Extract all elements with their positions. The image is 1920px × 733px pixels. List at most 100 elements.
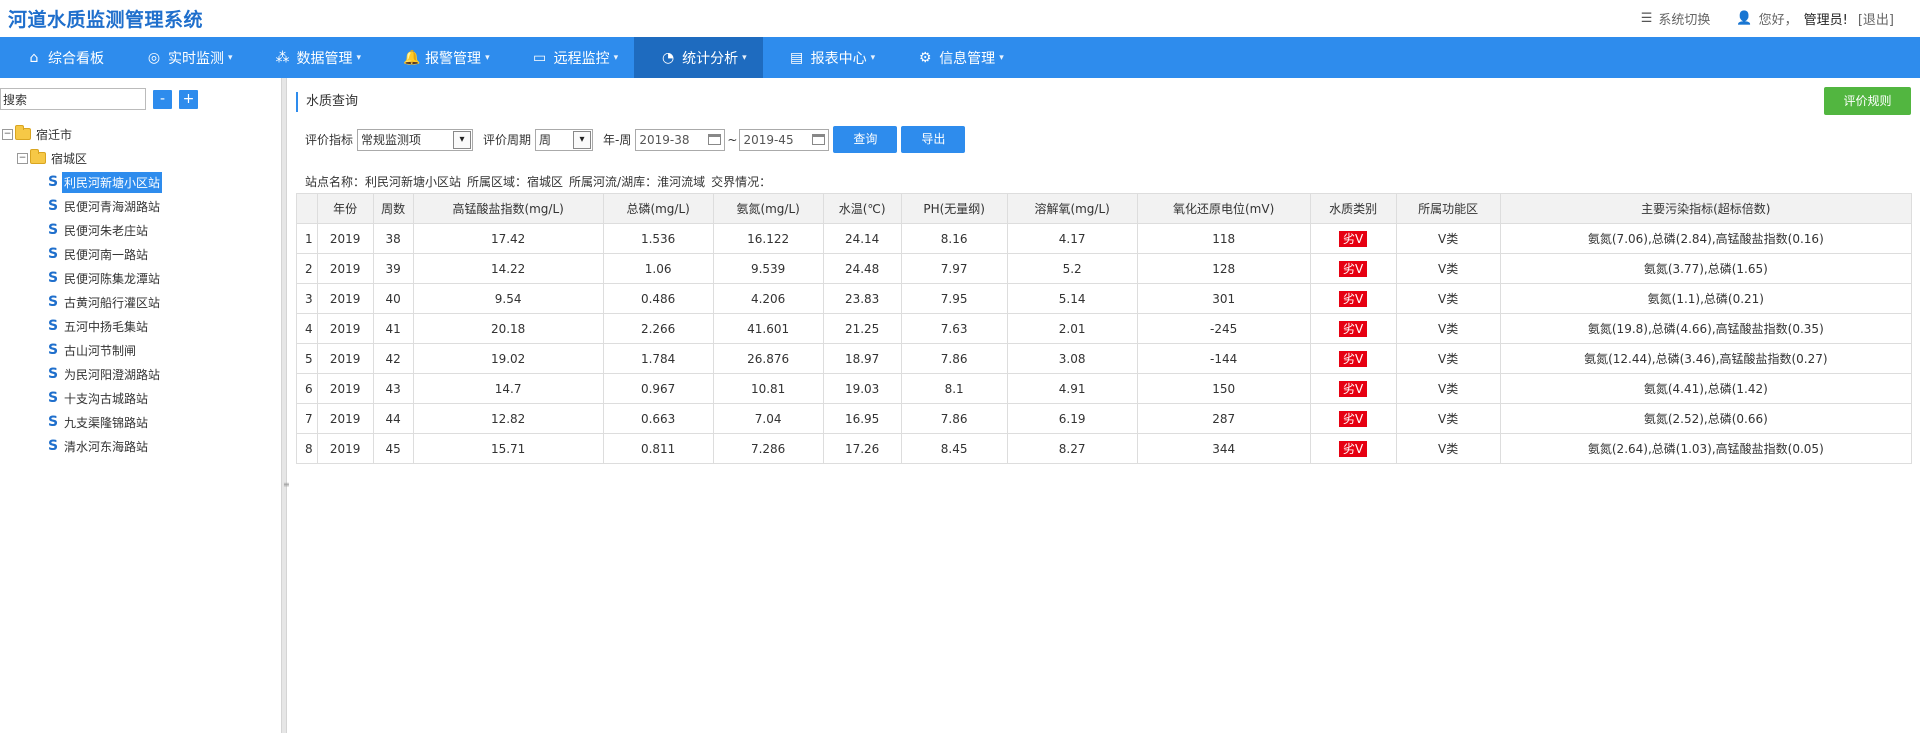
gear-icon: ⚙ [918, 49, 932, 66]
greeting-text: 您好， [1758, 13, 1798, 28]
tree-node-station[interactable]: S 民便河陈集龙潭站 [0, 266, 162, 290]
quality-badge: 劣Ⅴ [1339, 290, 1368, 307]
table-cell: 344 [1136, 433, 1311, 464]
table-cell: 301 [1136, 283, 1311, 314]
boundary-info: 交界情况： [711, 175, 772, 189]
column-header: 水温(℃) [822, 193, 902, 224]
indicator-select[interactable]: 常规监测项 ▾ [357, 128, 474, 151]
collapse-all-button[interactable]: - [153, 89, 172, 109]
start-week-input[interactable]: 2019-38 [635, 128, 726, 151]
column-header: 水质类别 [1309, 193, 1397, 224]
column-header [296, 193, 318, 224]
end-week-input[interactable]: 2019-45 [739, 128, 830, 151]
table-cell: 2019 [316, 313, 374, 344]
main-nav: ⌂ 综合看板 ◎ 实时监测 ▾ ⁂ 数据管理 ▾ 🔔 报警管理 ▾ ▭ 远程监控… [0, 37, 1920, 78]
tree-node-station[interactable]: S 九支渠隆锦路站 [0, 410, 162, 434]
system-switch-link[interactable]: ☰ 系统切换 [1641, 9, 1711, 28]
table-row: 4 2019 41 20.18 2.266 41.601 21.25 7.63 2.01 -245… [296, 313, 1913, 344]
table-cell: 6 [296, 373, 318, 404]
table-cell: 0.967 [602, 373, 714, 404]
table-cell: 3 [296, 283, 318, 314]
table-cell: 7.86 [900, 403, 1008, 434]
table-cell: Ⅴ类 [1395, 253, 1501, 284]
station-icon: S [47, 366, 59, 382]
tree-node-station[interactable]: S 利民河新塘小区站 [0, 170, 163, 194]
table-cell: Ⅴ类 [1395, 433, 1501, 464]
monitor-icon: ▭ [532, 49, 547, 66]
table-cell: 23.83 [822, 283, 902, 314]
search-input[interactable] [0, 88, 146, 110]
table-cell: 14.7 [412, 373, 604, 404]
table-cell: 劣Ⅴ [1309, 343, 1397, 374]
collapse-toggle-icon[interactable]: − [2, 128, 13, 140]
column-header: 年份 [316, 193, 374, 224]
station-label: 民便河陈集龙潭站 [64, 271, 161, 286]
table-cell: 9.54 [412, 283, 604, 314]
table-cell: 287 [1136, 403, 1311, 434]
table-cell: 38 [372, 223, 414, 254]
evaluation-rules-button[interactable]: 评价规则 [1824, 87, 1911, 115]
station-label: 清水河东海路站 [64, 439, 149, 454]
table-cell: 16.95 [822, 403, 902, 434]
table-cell: 8.16 [900, 223, 1008, 254]
nav-remote[interactable]: ▭ 远程监控 ▾ [506, 37, 635, 78]
table-cell: 15.71 [412, 433, 604, 464]
table-cell: 7.04 [712, 403, 824, 434]
expand-all-button[interactable]: + [179, 89, 198, 109]
chevron-down-icon: ▾ [999, 52, 1004, 63]
tree-node-station[interactable]: S 清水河东海路站 [0, 434, 162, 458]
station-icon: S [47, 318, 59, 334]
sidebar-search: - + [0, 88, 198, 110]
period-select[interactable]: 周 ▾ [535, 128, 594, 151]
nav-info[interactable]: ⚙ 信息管理 ▾ [891, 37, 1020, 78]
sidebar: - + − 宿迁市 − 宿城区 S利民河新塘小区站S民便河青海湖路站S民便河朱老… [0, 78, 281, 733]
tree-node-station[interactable]: S 民便河朱老庄站 [0, 218, 162, 242]
table-cell: 41.601 [712, 313, 824, 344]
tree-node-station[interactable]: S 古黄河船行灌区站 [0, 290, 162, 314]
tree-node-station[interactable]: S 为民河阳澄湖路站 [0, 362, 162, 386]
table-cell: 2 [296, 253, 318, 284]
table-cell: 劣Ⅴ [1309, 223, 1397, 254]
tree-node-station[interactable]: S 古山河节制闸 [0, 338, 162, 362]
station-label: 民便河朱老庄站 [64, 223, 149, 238]
nav-alarm[interactable]: 🔔 报警管理 ▾ [377, 37, 506, 78]
user-icon: 👤 [1736, 11, 1753, 26]
tree-node-station[interactable]: S 十支沟古城路站 [0, 386, 162, 410]
nav-realtime[interactable]: ◎ 实时监测 ▾ [120, 37, 249, 78]
table-cell: 氨氮(2.52),总磷(0.66) [1499, 403, 1913, 434]
station-label: 民便河南一路站 [64, 247, 149, 262]
range-separator: ~ [727, 132, 738, 147]
tree-node-city[interactable]: − 宿迁市 [0, 122, 162, 146]
station-label: 十支沟古城路站 [64, 391, 149, 406]
user-area: ☰ 系统切换 👤 您好， 管理员! [退出] [1615, 9, 1894, 28]
globe-icon: ◎ [147, 49, 161, 66]
nav-reports[interactable]: ▤ 报表中心 ▾ [763, 37, 892, 78]
column-header: 总磷(mg/L) [602, 193, 714, 224]
tree-node-station[interactable]: S 民便河南一路站 [0, 242, 162, 266]
station-icon: S [47, 222, 59, 238]
nav-dashboard[interactable]: ⌂ 综合看板 [0, 37, 120, 78]
collapse-toggle-icon[interactable]: − [17, 152, 28, 164]
tree-node-district[interactable]: − 宿城区 [0, 146, 162, 170]
table-cell: 19.03 [822, 373, 902, 404]
user-info: 👤 您好， 管理员! [退出] [1736, 9, 1894, 28]
table-cell: 劣Ⅴ [1309, 313, 1397, 344]
nav-label: 远程监控 [553, 50, 610, 67]
tree-node-station[interactable]: S 五河中扬毛集站 [0, 314, 162, 338]
query-button[interactable]: 查询 [833, 126, 898, 153]
nav-statistics[interactable]: ◔ 统计分析 ▾ [634, 37, 763, 78]
table-cell: 41 [372, 313, 414, 344]
table-cell: 2019 [316, 373, 374, 404]
station-icon: S [47, 198, 59, 214]
tree-node-station[interactable]: S 民便河青海湖路站 [0, 194, 162, 218]
table-cell: 劣Ⅴ [1309, 433, 1397, 464]
table-cell: 118 [1136, 223, 1311, 254]
station-name-info: 站点名称：利民河新塘小区站 [305, 175, 462, 189]
logout-link[interactable]: [退出] [1858, 9, 1894, 28]
quality-badge: 劣Ⅴ [1339, 230, 1368, 247]
station-icon: S [47, 414, 59, 430]
nav-data[interactable]: ⁂ 数据管理 ▾ [249, 37, 378, 78]
export-button[interactable]: 导出 [901, 126, 966, 153]
table-cell: 7.95 [900, 283, 1008, 314]
table-cell: 0.663 [602, 403, 714, 434]
